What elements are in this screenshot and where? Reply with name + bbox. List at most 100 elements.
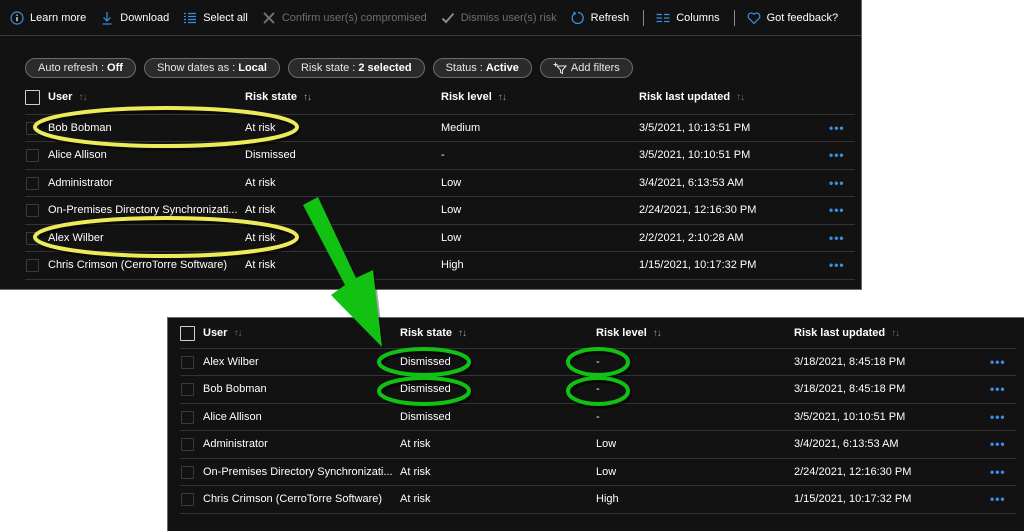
- show-dates-filter[interactable]: Show dates as : Local: [143, 58, 280, 78]
- column-header-label: Risk level: [441, 91, 492, 103]
- more-actions-icon[interactable]: •••: [990, 382, 1006, 396]
- row-checkbox[interactable]: [26, 176, 39, 190]
- status-filter[interactable]: Status : Active: [432, 58, 532, 78]
- table-row[interactable]: Alice Allison Dismissed - 3/5/2021, 10:10:5…: [180, 402, 1016, 431]
- risk-last-updated: 3/5/2021, 10:13:51 PM: [639, 122, 751, 134]
- sort-icon[interactable]: ↑↓: [303, 92, 312, 103]
- risk-state: Dismissed: [400, 383, 451, 396]
- sort-icon[interactable]: ↑↓: [653, 328, 662, 339]
- row-checkbox[interactable]: [26, 259, 39, 272]
- table-row[interactable]: Alice Allison Dismissed - 3/5/2021, 10:10:5…: [25, 141, 855, 169]
- row-checkbox[interactable]: [26, 122, 39, 135]
- feedback-button[interactable]: Got feedback?: [747, 11, 838, 25]
- more-actions-icon[interactable]: •••: [829, 203, 845, 217]
- risk-last-updated: 1/15/2021, 10:17:32 PM: [794, 493, 912, 505]
- risk-last-updated: 3/4/2021, 6:13:53 AM: [794, 438, 899, 451]
- more-actions-icon[interactable]: •••: [990, 410, 1006, 424]
- column-header-risk-state[interactable]: Risk state ↑↓: [400, 327, 467, 339]
- sort-icon[interactable]: ↑↓: [891, 328, 900, 339]
- column-header-risk-level[interactable]: Risk level ↑↓: [441, 91, 507, 103]
- column-header-risk-last-updated[interactable]: Risk last updated ↑↓: [794, 327, 900, 339]
- column-header-user[interactable]: User ↑↓: [48, 91, 87, 103]
- table-row[interactable]: Administrator At risk Low 3/4/2021, 6:13:53…: [25, 168, 855, 197]
- risk-last-updated: 3/5/2021, 10:10:51 PM: [639, 149, 751, 162]
- risk-state: Dismissed: [245, 149, 296, 162]
- sort-icon[interactable]: ↑↓: [458, 328, 467, 339]
- more-actions-icon[interactable]: •••: [990, 465, 1006, 479]
- user-name: Administrator: [48, 176, 113, 189]
- row-checkbox[interactable]: [26, 231, 39, 245]
- user-name: Alex Wilber: [48, 231, 104, 244]
- info-icon: [10, 10, 24, 25]
- table-row[interactable]: Alex Wilber Dismissed - 3/18/2021, 8:45:18 …: [180, 348, 1016, 376]
- row-checkbox[interactable]: [181, 438, 194, 452]
- toolbar-divider: [643, 9, 645, 26]
- table-row[interactable]: Chris Crimson (CerroTorre Software) At ri…: [180, 485, 1016, 515]
- column-header-user[interactable]: User ↑↓: [203, 327, 242, 339]
- risk-last-updated: 3/18/2021, 8:45:18 PM: [794, 356, 906, 368]
- user-name: Chris Crimson (CerroTorre Software): [203, 493, 383, 505]
- sort-icon[interactable]: ↑↓: [233, 328, 242, 339]
- sort-icon[interactable]: ↑↓: [736, 92, 745, 103]
- filter-label: Status :: [445, 62, 483, 74]
- risk-state: At risk: [245, 259, 276, 271]
- table-row[interactable]: On-Premises Directory Synchronizati... At…: [25, 196, 855, 224]
- more-actions-icon[interactable]: •••: [829, 176, 845, 190]
- more-actions-icon[interactable]: •••: [990, 437, 1006, 451]
- select-all-checkbox[interactable]: [180, 326, 195, 341]
- row-checkbox[interactable]: [181, 493, 194, 506]
- more-actions-icon[interactable]: •••: [829, 258, 845, 272]
- risk-level: Low: [596, 465, 617, 478]
- row-checkbox[interactable]: [181, 356, 194, 369]
- risk-level: -: [596, 356, 600, 368]
- more-actions-icon[interactable]: •••: [829, 148, 845, 162]
- dismiss-risk-button[interactable]: Dismiss user(s) risk: [441, 11, 557, 25]
- column-header-risk-last-updated[interactable]: Risk last updated ↑↓: [639, 91, 745, 103]
- table-row[interactable]: Bob Bobman At risk Medium 3/5/2021, 10:13:5…: [25, 114, 855, 142]
- table-row[interactable]: Bob Bobman Dismissed - 3/18/2021, 8:45:18 P…: [180, 375, 1016, 403]
- sort-icon[interactable]: ↑↓: [498, 92, 507, 103]
- learn-more-button[interactable]: Learn more: [10, 10, 86, 25]
- column-header-label: User: [48, 91, 73, 103]
- more-actions-icon[interactable]: •••: [829, 231, 845, 245]
- download-button[interactable]: Download: [100, 11, 169, 25]
- row-checkbox[interactable]: [181, 465, 194, 479]
- filter-value: Local: [238, 62, 267, 74]
- download-icon: [100, 11, 114, 25]
- more-actions-icon[interactable]: •••: [990, 492, 1006, 506]
- auto-refresh-filter[interactable]: Auto refresh : Off: [25, 58, 136, 78]
- filter-label: Risk state :: [300, 62, 356, 74]
- add-filter-icon: [553, 62, 567, 74]
- refresh-button[interactable]: Refresh: [571, 11, 629, 25]
- row-checkbox[interactable]: [181, 383, 194, 397]
- more-actions-icon[interactable]: •••: [829, 121, 845, 135]
- risk-level: Low: [441, 231, 462, 244]
- select-all-button[interactable]: Select all: [183, 11, 248, 25]
- table-row[interactable]: On-Premises Directory Synchronizati... At…: [180, 457, 1016, 486]
- select-all-icon: [183, 11, 197, 25]
- risk-last-updated: 2/24/2021, 12:16:30 PM: [639, 204, 757, 217]
- column-header-risk-state[interactable]: Risk state ↑↓: [245, 91, 312, 103]
- columns-button[interactable]: Columns: [656, 11, 720, 25]
- checkmark-icon: [441, 11, 455, 25]
- user-name: Alex Wilber: [203, 356, 259, 368]
- risky-users-panel-before: Learn more Download Select all Confirm u…: [0, 0, 862, 290]
- risk-state-filter[interactable]: Risk state :2 selected: [287, 58, 425, 78]
- select-all-checkbox[interactable]: [25, 90, 40, 105]
- row-checkbox[interactable]: [26, 149, 39, 163]
- add-filters-button[interactable]: Add filters: [539, 58, 633, 78]
- risk-last-updated: 1/15/2021, 10:17:32 PM: [639, 259, 757, 271]
- row-checkbox[interactable]: [26, 204, 39, 218]
- confirm-compromised-button[interactable]: Confirm user(s) compromised: [262, 11, 427, 25]
- table-row[interactable]: Alex Wilber At risk Low 2/2/2021, 2:10:28 A…: [25, 223, 855, 252]
- more-actions-icon[interactable]: •••: [990, 355, 1006, 369]
- row-checkbox[interactable]: [181, 410, 194, 424]
- table-row[interactable]: Administrator At risk Low 3/4/2021, 6:13:53…: [180, 430, 1016, 458]
- filter-value: 2 selected: [358, 62, 412, 74]
- risk-state: At risk: [400, 465, 431, 478]
- toolbar-divider: [733, 9, 735, 26]
- sort-icon[interactable]: ↑↓: [78, 92, 87, 103]
- column-header-risk-level[interactable]: Risk level ↑↓: [596, 327, 662, 339]
- user-name: On-Premises Directory Synchronizati...: [48, 204, 238, 217]
- table-row[interactable]: Chris Crimson (CerroTorre Software) At ri…: [25, 251, 855, 281]
